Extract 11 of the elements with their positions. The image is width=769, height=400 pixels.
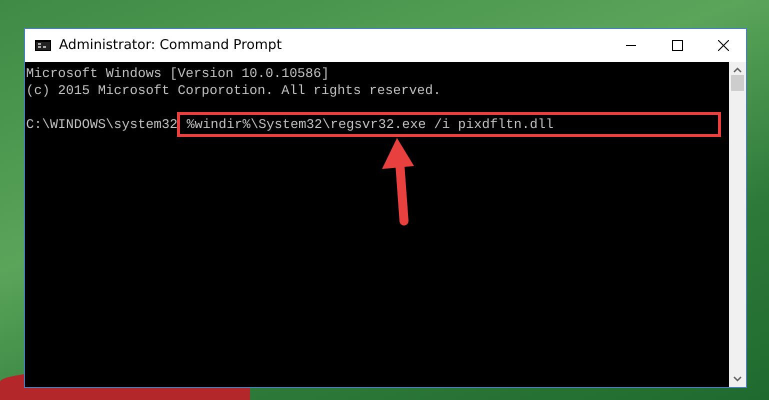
maximize-icon[interactable] [672,40,682,51]
scroll-down-icon[interactable] [733,376,742,382]
scrollbar-thumb[interactable] [731,75,744,91]
window-title: Administrator: Command Prompt [59,36,283,56]
scroll-up-icon[interactable] [733,67,742,73]
command-prompt: C:\WINDOWS\system32 [26,116,178,133]
close-icon[interactable] [718,40,728,51]
console-icon [35,40,51,51]
console-text: (c) 2015 Microsoft Corporotion. All rights reserved. [26,82,441,99]
console-text: Microsoft Windows [Version 10.0.10586] [26,65,330,82]
scrollbar[interactable] [729,62,746,387]
